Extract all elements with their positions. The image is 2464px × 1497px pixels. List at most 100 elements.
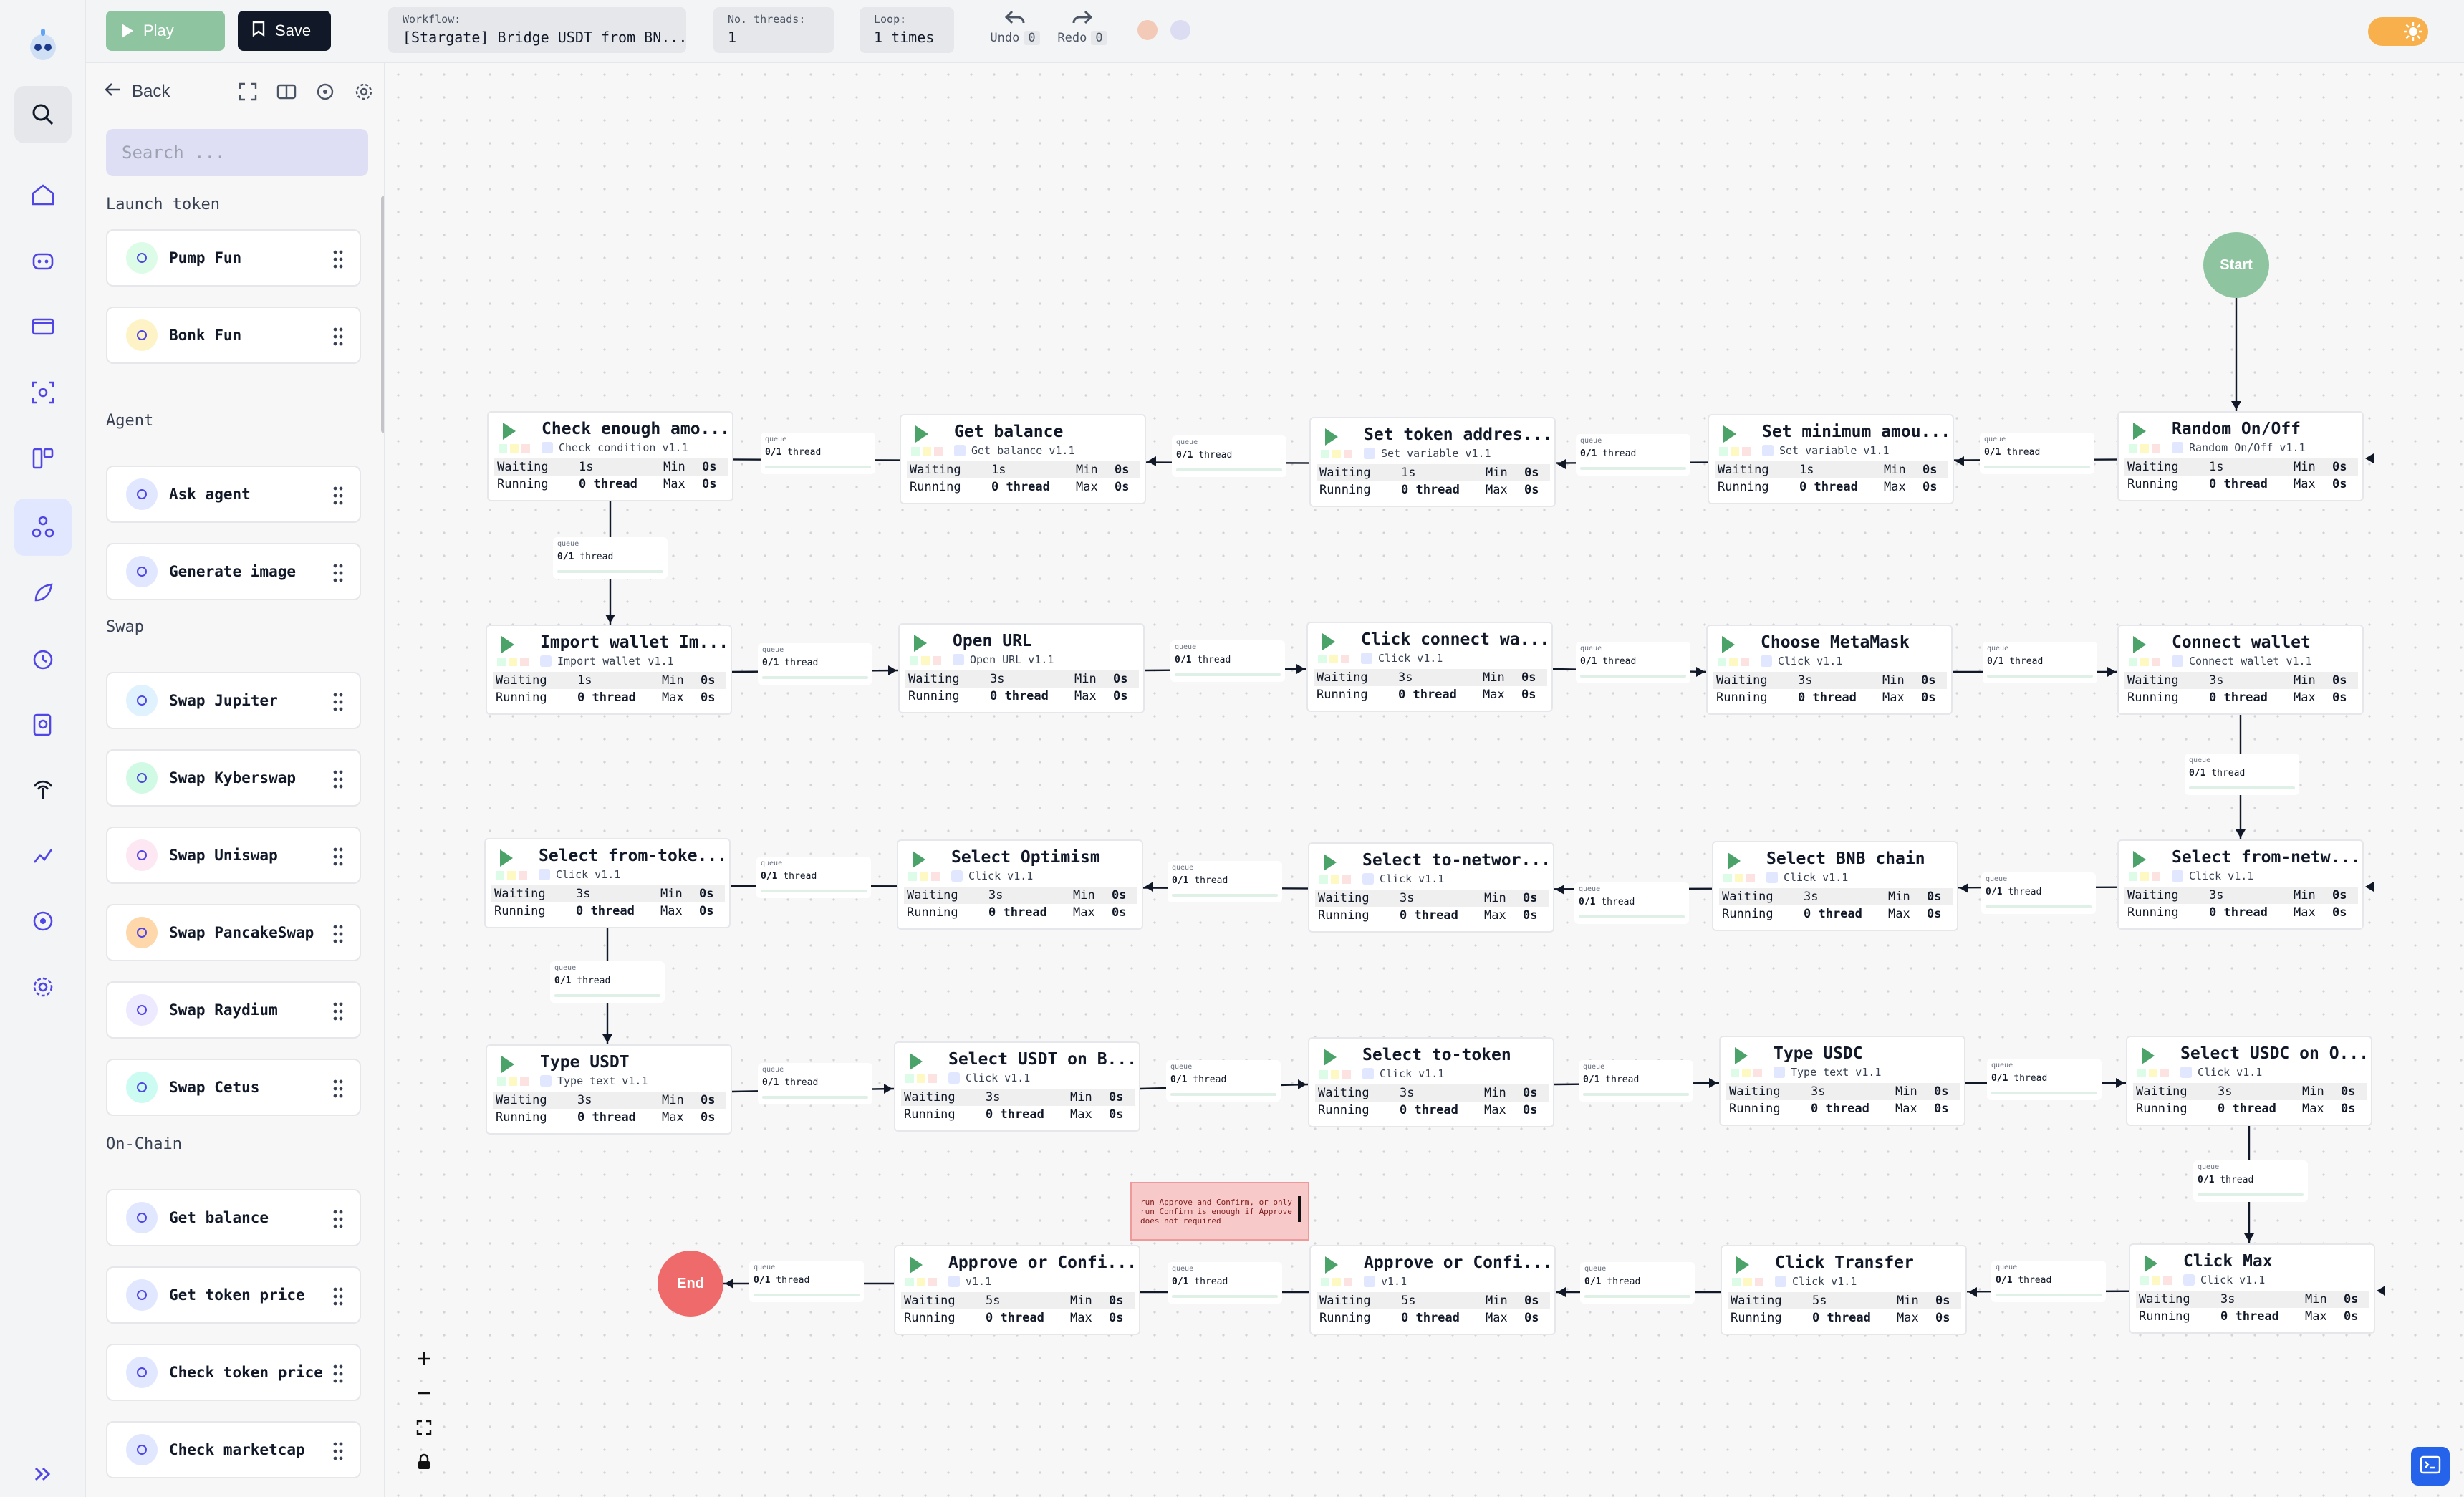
workflow-node[interactable]: Set token addres... Set variable v1.1 Wait… — [1309, 417, 1556, 507]
drag-handle-icon[interactable] — [332, 563, 344, 583]
run-node-icon[interactable] — [1325, 428, 1338, 446]
drag-handle-icon[interactable] — [332, 1079, 344, 1099]
run-node-icon[interactable] — [2133, 636, 2146, 653]
library-item[interactable]: Swap Kyberswap — [106, 749, 361, 807]
run-node-icon[interactable] — [915, 425, 928, 443]
run-node-icon[interactable] — [1325, 1256, 1338, 1274]
search-input[interactable] — [106, 129, 368, 176]
workflow-canvas[interactable]: Start End run Approve and Confirm, or on… — [387, 63, 2464, 1497]
library-item[interactable]: Generate image — [106, 543, 361, 600]
end-node[interactable]: End — [658, 1251, 723, 1317]
drag-handle-icon[interactable] — [332, 249, 344, 269]
run-node-icon[interactable] — [1735, 1047, 1748, 1064]
workflow-node[interactable]: Select BNB chain Click v1.1 Waiting 3s Min 0s… — [1712, 841, 1958, 931]
workflow-node[interactable]: Get balance Get balance v1.1 Waiting 1s Min 0… — [900, 414, 1146, 504]
expand-sidebar-icon[interactable] — [26, 1458, 60, 1490]
run-node-icon[interactable] — [914, 635, 927, 652]
workflow-node[interactable]: Select USDC on O... Click v1.1 Waiting 3s Mi… — [2126, 1036, 2372, 1126]
alarm-icon[interactable] — [14, 630, 72, 688]
workflow-node[interactable]: Select to-token Click v1.1 Waiting 3s Min 0s R… — [1308, 1037, 1554, 1127]
workflow-node[interactable]: Open URL Open URL v1.1 Waiting 3s Min 0s Runni… — [898, 623, 1145, 713]
bot-icon[interactable] — [14, 232, 72, 289]
run-node-icon[interactable] — [500, 849, 513, 867]
start-node[interactable]: Start — [2203, 232, 2269, 298]
undo-button[interactable]: Undo 0 — [990, 9, 1040, 45]
run-node-icon[interactable] — [1324, 1049, 1337, 1066]
drag-handle-icon[interactable] — [332, 924, 344, 944]
run-node-icon[interactable] — [913, 851, 925, 868]
workflow-node[interactable]: Import wallet Im... Import wallet v1.1 Wai… — [486, 625, 732, 715]
lock-icon[interactable] — [407, 1447, 441, 1477]
workflow-field[interactable]: Workflow: [Stargate] Bridge USDT from BN… — [388, 7, 687, 53]
workflow-node[interactable]: Connect wallet Connect wallet v1.1 Waiting… — [2117, 625, 2364, 715]
library-item[interactable]: Pump Fun — [106, 229, 361, 287]
palette-icon[interactable] — [314, 80, 337, 103]
workflow-node[interactable]: Approve or Confi... v1.1 Waiting 5s Min 0s Run… — [894, 1245, 1140, 1335]
image-scan-icon[interactable] — [14, 364, 72, 421]
target-icon[interactable] — [14, 892, 72, 950]
settings-icon[interactable] — [14, 958, 72, 1016]
run-node-icon[interactable] — [2142, 1047, 2155, 1064]
run-node-icon[interactable] — [1723, 425, 1736, 443]
terminal-button[interactable] — [2411, 1447, 2450, 1486]
workflow-node[interactable]: Approve or Confi... v1.1 Waiting 5s Min 0s Run… — [1309, 1245, 1556, 1335]
run-node-icon[interactable] — [1722, 636, 1735, 653]
layout-icon[interactable] — [14, 430, 72, 487]
workflow-node[interactable]: Set minimum amou... Set variable v1.1 Wait… — [1708, 414, 1954, 504]
workflow-node[interactable]: Type USDT Type text v1.1 Waiting 3s Min 0s Run… — [486, 1044, 732, 1135]
library-item[interactable]: Swap Uniswap — [106, 827, 361, 884]
gear-icon[interactable] — [352, 80, 375, 103]
run-node-icon[interactable] — [501, 1056, 514, 1073]
drag-handle-icon[interactable] — [332, 1209, 344, 1229]
run-node-icon[interactable] — [2133, 423, 2146, 440]
run-node-icon[interactable] — [910, 1053, 923, 1070]
run-node-icon[interactable] — [1728, 852, 1741, 870]
drag-handle-icon[interactable] — [332, 327, 344, 347]
workflow-node[interactable]: Click Transfer Click v1.1 Waiting 5s Min 0s Ru… — [1721, 1245, 1967, 1335]
book-icon[interactable] — [275, 80, 298, 103]
run-node-icon[interactable] — [1736, 1256, 1749, 1274]
loop-field[interactable]: Loop: 1 times — [860, 7, 954, 53]
workflow-node[interactable]: Check enough amo... Check condition v1.1 W… — [487, 411, 733, 501]
drag-handle-icon[interactable] — [332, 769, 344, 789]
chart-icon[interactable] — [14, 827, 72, 884]
zoom-in-icon[interactable] — [407, 1344, 441, 1374]
run-node-icon[interactable] — [910, 1256, 923, 1274]
rocket-icon[interactable] — [14, 564, 72, 622]
drag-handle-icon[interactable] — [332, 847, 344, 867]
fullscreen-icon[interactable] — [236, 80, 259, 103]
play-button[interactable]: Play — [106, 11, 225, 51]
run-node-icon[interactable] — [1322, 633, 1335, 650]
sticky-note[interactable]: run Approve and Confirm, or only run Con… — [1130, 1182, 1309, 1241]
home-icon[interactable] — [14, 166, 72, 223]
drag-handle-icon[interactable] — [332, 1001, 344, 1021]
save-button[interactable]: Save — [238, 11, 331, 51]
workflow-node[interactable]: Select USDT on B... Click v1.1 Waiting 3s Mi… — [894, 1041, 1140, 1132]
workflow-node[interactable]: Click connect wa... Click v1.1 Waiting 3s Mi… — [1306, 622, 1553, 712]
threads-field[interactable]: No. threads: 1 — [713, 7, 834, 53]
workflow-node[interactable]: Random On/Off Random On/Off v1.1 Waiting 1s… — [2117, 411, 2364, 501]
antenna-icon[interactable] — [14, 761, 72, 818]
workflow-node[interactable]: Select from-netw... Click v1.1 Waiting 3s Mi… — [2117, 839, 2364, 930]
workflow-node[interactable]: Select from-toke... Click v1.1 Waiting 3s Mi… — [484, 838, 731, 928]
drag-handle-icon[interactable] — [332, 692, 344, 712]
library-item[interactable]: Get token price — [106, 1266, 361, 1324]
library-item[interactable]: Swap PancakeSwap — [106, 904, 361, 961]
library-item[interactable]: Swap Cetus — [106, 1059, 361, 1116]
library-item[interactable]: Check marketcap — [106, 1421, 361, 1478]
drag-handle-icon[interactable] — [332, 1441, 344, 1461]
library-item[interactable]: Ask agent — [106, 466, 361, 523]
drag-handle-icon[interactable] — [332, 486, 344, 506]
workflow-node[interactable]: Choose MetaMask Click v1.1 Waiting 3s Min 0s R… — [1706, 625, 1953, 715]
library-item[interactable]: Check token price — [106, 1344, 361, 1401]
workflow-icon[interactable] — [14, 499, 72, 556]
library-item[interactable]: Get balance — [106, 1189, 361, 1246]
fit-view-icon[interactable] — [407, 1412, 441, 1443]
run-node-icon[interactable] — [501, 636, 514, 653]
redo-button[interactable]: Redo 0 — [1057, 9, 1107, 45]
theme-toggle[interactable] — [2368, 17, 2428, 46]
drag-handle-icon[interactable] — [332, 1286, 344, 1306]
search-icon[interactable] — [14, 86, 72, 143]
workflow-node[interactable]: Type USDC Type text v1.1 Waiting 3s Min 0s Run… — [1719, 1036, 1965, 1126]
scrollbar[interactable] — [381, 196, 384, 433]
